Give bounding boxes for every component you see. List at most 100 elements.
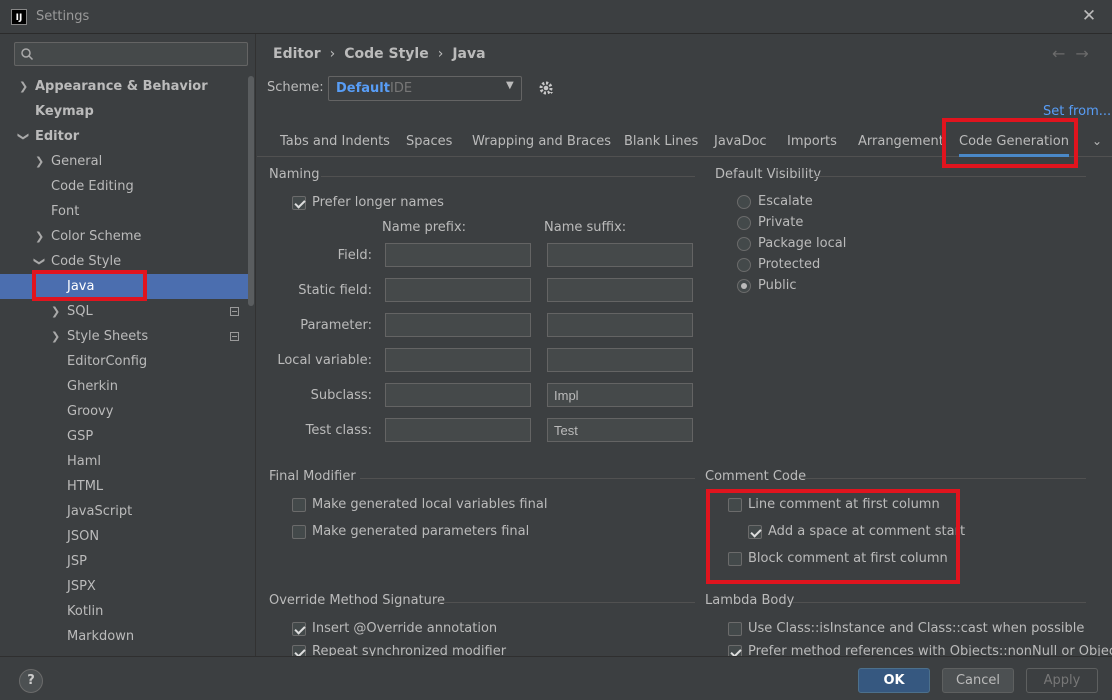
tree-item-appearance[interactable]: ❯ Appearance & Behavior xyxy=(0,74,248,99)
comment-code-title: Comment Code xyxy=(705,469,807,484)
tree-item-kotlin[interactable]: Kotlin xyxy=(0,599,248,624)
project-settings-icon xyxy=(230,332,239,341)
repeat-synchronized-checkbox[interactable] xyxy=(292,645,306,656)
override-section-title: Override Method Signature xyxy=(269,593,445,608)
back-forward-icons[interactable]: ←→ xyxy=(1052,44,1099,63)
close-icon[interactable]: ✕ xyxy=(1080,7,1098,25)
cancel-button[interactable]: Cancel xyxy=(942,668,1014,693)
parameter-label: Parameter: xyxy=(300,318,372,333)
local-variable-prefix-input[interactable] xyxy=(385,348,531,372)
tree-item-gsp[interactable]: GSP xyxy=(0,424,248,449)
static-field-suffix-input[interactable] xyxy=(547,278,693,302)
divider xyxy=(435,602,695,603)
use-isinstance-checkbox[interactable] xyxy=(728,622,742,636)
search-input[interactable] xyxy=(14,42,248,66)
tree-item-sql[interactable]: ❯ SQL xyxy=(0,299,248,324)
visibility-escalate-radio[interactable] xyxy=(737,195,751,209)
tab-javadoc[interactable]: JavaDoc xyxy=(714,134,767,149)
chevron-right-icon: ❯ xyxy=(35,230,45,243)
tree-item-markdown[interactable]: Markdown xyxy=(0,624,248,649)
tree-item-jspx[interactable]: JSPX xyxy=(0,574,248,599)
visibility-protected-radio[interactable] xyxy=(737,258,751,272)
tab-spaces[interactable]: Spaces xyxy=(406,134,452,149)
tree-item-keymap[interactable]: Keymap xyxy=(0,99,248,124)
tree-item-style-sheets[interactable]: ❯ Style Sheets xyxy=(0,324,248,349)
tree-item-code-editing[interactable]: Code Editing xyxy=(0,174,248,199)
test-class-suffix-input[interactable] xyxy=(547,418,693,442)
objects-nonnull-checkbox[interactable] xyxy=(728,645,742,656)
final-parameters-checkbox[interactable] xyxy=(292,525,306,539)
apply-button[interactable]: Apply xyxy=(1026,668,1098,693)
tree-item-editor[interactable]: ❯ Editor xyxy=(0,124,248,149)
chevron-down-icon[interactable]: ⌄ xyxy=(1092,134,1102,148)
help-button[interactable]: ? xyxy=(19,669,43,693)
tree-item-groovy[interactable]: Groovy xyxy=(0,399,248,424)
breadcrumb: Editor › Code Style › Java xyxy=(273,46,486,62)
tree-item-javascript[interactable]: JavaScript xyxy=(0,499,248,524)
visibility-public-label: Public xyxy=(758,278,797,293)
gear-icon[interactable] xyxy=(538,80,554,100)
divider xyxy=(813,176,1086,177)
tree-item-editorconfig[interactable]: EditorConfig xyxy=(0,349,248,374)
tab-arrangement[interactable]: Arrangement xyxy=(858,134,944,149)
tree-item-general[interactable]: ❯ General xyxy=(0,149,248,174)
visibility-private-radio[interactable] xyxy=(737,216,751,230)
parameter-prefix-input[interactable] xyxy=(385,313,531,337)
tree-item-html[interactable]: HTML xyxy=(0,474,248,499)
subclass-suffix-input[interactable] xyxy=(547,383,693,407)
tree-item-color-scheme[interactable]: ❯ Color Scheme xyxy=(0,224,248,249)
chevron-down-icon: ❯ xyxy=(33,256,47,267)
subclass-label: Subclass: xyxy=(310,388,372,403)
intellij-logo-icon: IJ xyxy=(11,9,27,25)
use-isinstance-label: Use Class::isInstance and Class::cast wh… xyxy=(748,621,1085,636)
subclass-prefix-input[interactable] xyxy=(385,383,531,407)
static-field-prefix-input[interactable] xyxy=(385,278,531,302)
divider xyxy=(793,602,1086,603)
naming-section-title: Naming xyxy=(269,167,320,182)
visibility-escalate-label: Escalate xyxy=(758,194,813,209)
window-title: Settings xyxy=(36,9,90,24)
highlight-code-generation-tab xyxy=(942,118,1078,168)
tab-imports[interactable]: Imports xyxy=(787,134,837,149)
arrow-right-icon[interactable]: → xyxy=(1075,44,1098,63)
objects-nonnull-label: Prefer method references with Objects::n… xyxy=(748,644,1112,656)
visibility-package-local-radio[interactable] xyxy=(737,237,751,251)
tree-item-json[interactable]: JSON xyxy=(0,524,248,549)
visibility-public-radio[interactable] xyxy=(737,279,751,293)
field-prefix-input[interactable] xyxy=(385,243,531,267)
parameter-suffix-input[interactable] xyxy=(547,313,693,337)
final-modifier-title: Final Modifier xyxy=(269,469,356,484)
insert-override-checkbox[interactable] xyxy=(292,622,306,636)
tree-scrollbar[interactable] xyxy=(248,76,254,306)
chevron-right-icon: ❯ xyxy=(35,155,45,168)
lambda-body-title: Lambda Body xyxy=(705,593,795,608)
chevron-right-icon: ❯ xyxy=(51,305,61,318)
local-variable-label: Local variable: xyxy=(277,353,372,368)
local-variable-suffix-input[interactable] xyxy=(547,348,693,372)
chevron-right-icon: ❯ xyxy=(51,330,61,343)
divider xyxy=(321,176,695,177)
prefer-longer-names-checkbox[interactable] xyxy=(292,196,306,210)
test-class-prefix-input[interactable] xyxy=(385,418,531,442)
scheme-dropdown[interactable]: Default IDE ▼ xyxy=(328,76,522,101)
tree-item-font[interactable]: Font xyxy=(0,199,248,224)
ok-button[interactable]: OK xyxy=(858,668,930,693)
tree-item-haml[interactable]: Haml xyxy=(0,449,248,474)
final-local-variables-checkbox[interactable] xyxy=(292,498,306,512)
prefer-longer-names-label: Prefer longer names xyxy=(312,195,444,210)
highlight-comment-code xyxy=(706,489,960,584)
tab-wrapping-and-braces[interactable]: Wrapping and Braces xyxy=(472,134,611,149)
dropdown-arrow-icon: ▼ xyxy=(506,80,514,91)
set-from-link[interactable]: Set from... xyxy=(1043,104,1111,119)
field-label: Field: xyxy=(337,248,372,263)
tab-blank-lines[interactable]: Blank Lines xyxy=(624,134,698,149)
final-parameters-label: Make generated parameters final xyxy=(312,524,530,539)
tab-tabs-and-indents[interactable]: Tabs and Indents xyxy=(280,134,390,149)
tree-item-jsp[interactable]: JSP xyxy=(0,549,248,574)
arrow-left-icon[interactable]: ← xyxy=(1052,44,1075,63)
field-suffix-input[interactable] xyxy=(547,243,693,267)
chevron-right-icon: › xyxy=(329,46,336,62)
tree-item-gherkin[interactable]: Gherkin xyxy=(0,374,248,399)
test-class-label: Test class: xyxy=(305,423,372,438)
highlight-java xyxy=(32,270,147,301)
